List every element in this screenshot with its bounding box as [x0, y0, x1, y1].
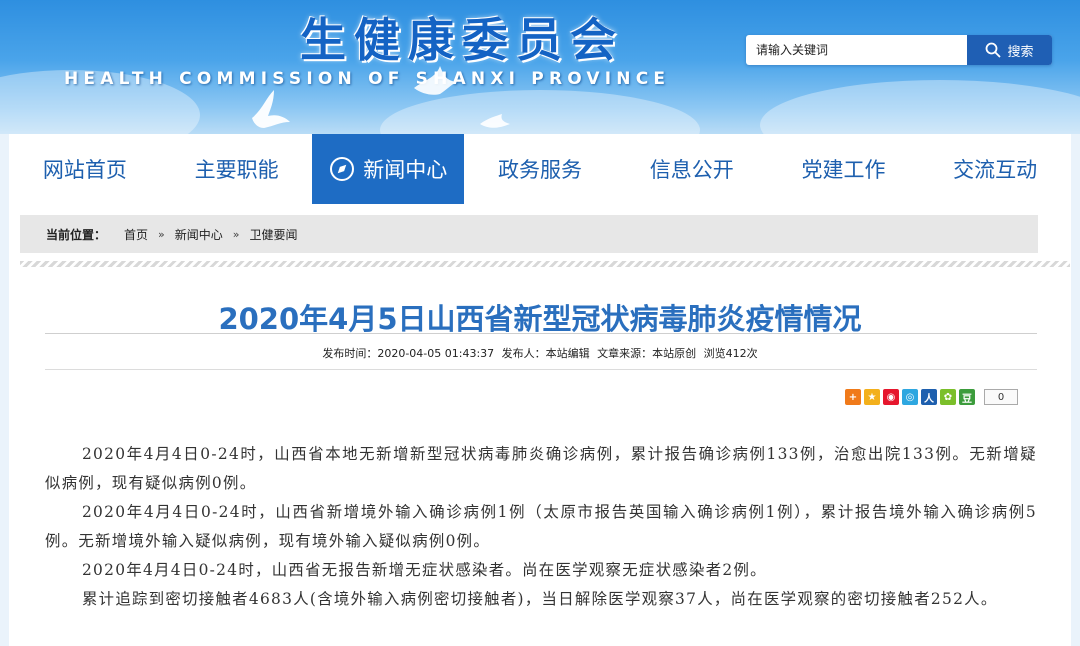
- main-nav: 网站首页 主要职能 新闻中心 政务服务 信息公开 党建工作 交流互动: [9, 134, 1071, 204]
- share-douban-icon[interactable]: 豆: [959, 389, 975, 405]
- nav-item-functions[interactable]: 主要职能: [161, 134, 313, 204]
- view-count: 浏览412次: [703, 347, 758, 360]
- meta-divider: [45, 369, 1037, 370]
- nav-item-label: 网站首页: [42, 158, 127, 182]
- title-divider: [45, 333, 1037, 334]
- breadcrumb-separator: »: [158, 227, 165, 241]
- content-panel: 当前位置： 首页 » 新闻中心 » 卫健要闻 2020年4月5日山西省新型冠状病…: [9, 204, 1071, 646]
- nav-item-label: 新闻中心: [363, 158, 448, 182]
- publish-time: 发布时间：2020-04-05 01:43:37: [322, 347, 495, 360]
- article-paragraph: 2020年4月4日0-24时，山西省无报告新增无症状感染者。尚在医学观察无症状感…: [81, 561, 767, 579]
- breadcrumb-separator: »: [232, 227, 240, 241]
- nav-item-party-building[interactable]: 党建工作: [768, 134, 920, 204]
- article-title: 2020年4月5日山西省新型冠状病毒肺炎疫情情况: [218, 302, 862, 336]
- share-kaixin-icon[interactable]: ✿: [940, 389, 956, 405]
- compass-icon: [330, 157, 355, 181]
- breadcrumb-prefix: 当前位置：: [46, 227, 107, 242]
- share-bar: + ★ ◉ ◎ 人 ✿ 豆 0: [845, 388, 1018, 406]
- dove-icon: [252, 90, 290, 128]
- nav-item-home[interactable]: 网站首页: [9, 134, 161, 204]
- search-button[interactable]: 搜索: [967, 35, 1052, 65]
- site-title-en: HEALTH COMMISSION OF SHANXI PROVINCE: [64, 69, 671, 89]
- share-qzone-icon[interactable]: ★: [864, 389, 880, 405]
- search-input[interactable]: [746, 35, 966, 65]
- site-title-cn: 生健康委员会: [300, 13, 624, 67]
- nav-item-gov-services[interactable]: 政务服务: [464, 134, 616, 204]
- breadcrumb-home-link[interactable]: 首页: [124, 226, 148, 243]
- nav-item-label: 主要职能: [194, 158, 279, 182]
- nav-item-interaction[interactable]: 交流互动: [919, 134, 1071, 204]
- nav-item-label: 政务服务: [498, 158, 583, 182]
- article-paragraph: 累计追踪到密切接触者4683人(含境外输入病例密切接触者)，当日解除医学观察37…: [81, 590, 998, 608]
- article-meta: 发布时间：2020-04-05 01:43:37 发布人：本站编辑 文章来源：本…: [9, 345, 1071, 361]
- article-body: 2020年4月4日0-24时，山西省本地无新增新型冠状病毒肺炎确诊病例，累计报告…: [45, 440, 1037, 614]
- nav-item-label: 党建工作: [801, 158, 886, 182]
- share-count: 0: [984, 389, 1018, 405]
- article-paragraph: 2020年4月4日0-24时，山西省新增境外输入确诊病例1例（太原市报告英国输入…: [45, 503, 1037, 550]
- article-source: 文章来源：本站原创: [597, 347, 697, 360]
- dove-icon: [480, 114, 510, 128]
- site-header: 生健康委员会 HEALTH COMMISSION OF SHANXI PROVI…: [0, 0, 1080, 134]
- search-button-label: 搜索: [1007, 44, 1034, 60]
- nav-item-info-disclosure[interactable]: 信息公开: [616, 134, 768, 204]
- share-renren-icon[interactable]: 人: [921, 389, 937, 405]
- breadcrumb: 当前位置： 首页 » 新闻中心 » 卫健要闻: [20, 215, 1038, 253]
- share-tencent-weibo-icon[interactable]: ◎: [902, 389, 918, 405]
- dove-icon: [414, 66, 456, 95]
- article-paragraph: 2020年4月4日0-24时，山西省本地无新增新型冠状病毒肺炎确诊病例，累计报告…: [45, 445, 1037, 492]
- share-weibo-icon[interactable]: ◉: [883, 389, 899, 405]
- nav-item-label: 交流互动: [953, 158, 1038, 182]
- publisher: 发布人：本站编辑: [501, 347, 590, 360]
- search-icon: [986, 42, 1002, 58]
- decorative-divider: [20, 261, 1070, 267]
- breadcrumb-health-news-link[interactable]: 卫健要闻: [250, 226, 298, 243]
- search-box: 搜索: [746, 35, 1052, 65]
- share-more-icon[interactable]: +: [845, 389, 861, 405]
- breadcrumb-news-center-link[interactable]: 新闻中心: [175, 226, 223, 243]
- nav-item-label: 信息公开: [649, 158, 734, 182]
- nav-item-news-center[interactable]: 新闻中心: [312, 134, 465, 204]
